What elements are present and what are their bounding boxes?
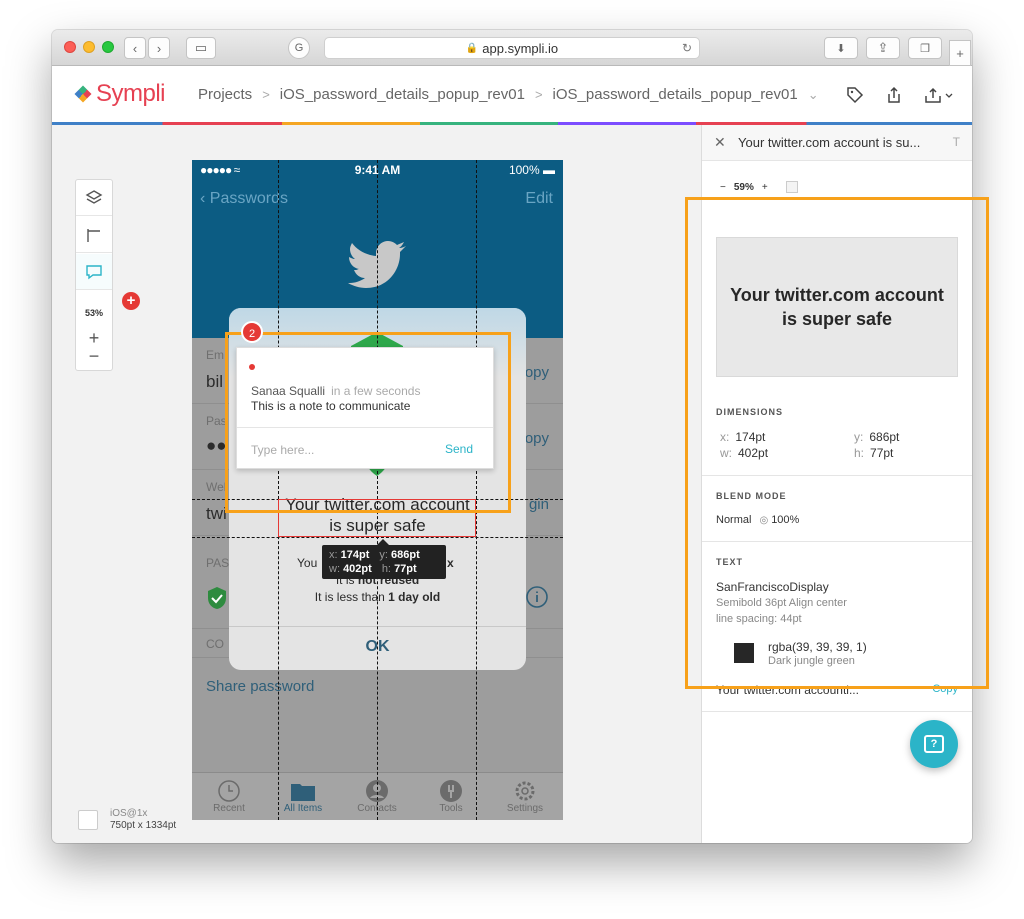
comment-send-button[interactable]: Send [445,442,473,456]
inspector-title: Your twitter.com account is su... [738,135,921,150]
background-toggle-icon[interactable] [785,181,798,193]
new-tab-icon[interactable]: + [949,40,971,66]
help-chat-button[interactable]: ? [910,720,958,768]
nav-back: ‹ Passwords [200,190,289,207]
tool-panel: 53% + − [75,179,113,371]
preview-zoom-level: 59% [733,181,754,193]
section-header-pas: PAS [206,556,230,570]
extension-icon[interactable]: G [288,37,310,59]
wrench-icon [440,780,462,802]
shield-check-icon [208,587,226,609]
inspector-header: ✕ Your twitter.com account is su... T [702,125,972,161]
tab-settings: Settings [490,779,560,814]
forward-icon[interactable]: › [148,37,170,59]
preview-zoom-out-icon[interactable]: − [720,182,726,193]
comment-tool-icon[interactable] [76,254,112,290]
breadcrumb-project[interactable]: iOS_password_details_popup_rev01 [280,86,525,103]
design-canvas[interactable]: 53% + − + ●●●●● ≈ 9:41 AM 100% ▬ ‹ Passw… [52,125,701,843]
device-checkbox[interactable] [78,810,98,830]
guide-line [192,537,563,538]
reload-icon[interactable]: ↻ [682,41,692,55]
battery-status: 100% ▬ [508,163,555,177]
help-icon: ? [924,735,944,753]
highlight-inspector [685,197,989,689]
comment-badge[interactable]: 2 [241,321,263,343]
lock-icon: 🔒 [465,42,479,54]
zoom-out-icon[interactable]: − [76,346,112,367]
twitter-bird-icon [348,241,406,288]
address-bar[interactable]: 🔒 app.sympli.io ↻ [324,37,700,59]
preview-zoom: − 59% + [720,181,798,193]
comment-author: Sanaa Squalli in a few seconds [251,384,421,398]
url-text: app.sympli.io [482,40,559,56]
zoom-level: 53% [84,308,103,318]
gear-icon [515,781,535,801]
zoom-window-button[interactable] [102,41,114,53]
breadcrumb: Projects > iOS_password_details_popup_re… [198,86,819,103]
tab-recent: Recent [194,779,264,814]
share-icon[interactable]: ⇪ [866,37,900,59]
info-icon [526,586,548,608]
close-icon[interactable]: ✕ [714,134,726,151]
chevron-right-icon: > [534,87,543,102]
chevron-right-icon: > [262,87,270,102]
back-icon[interactable]: ‹ [124,37,146,59]
add-comment-icon[interactable]: + [122,292,140,310]
breadcrumb-screen[interactable]: iOS_password_details_popup_rev01 [553,86,798,103]
chevron-down-icon[interactable]: ⌄ [808,87,819,103]
export-icon[interactable] [884,86,904,104]
sympli-logo[interactable]: Sympli [74,80,166,108]
breadcrumb-projects[interactable]: Projects [198,86,252,103]
clock-icon [218,780,240,802]
share-password-link: Share password [206,678,315,695]
measure-tooltip: x: 174pt y: 686pt w: 402pt h: 77pt [322,539,446,579]
minimize-window-button[interactable] [83,41,95,53]
comment-reply-input[interactable]: Type here... [251,443,314,457]
sidebar-toggle-icon[interactable]: ▭ [186,37,216,59]
comment-popup: Sanaa Squalli in a few seconds This is a … [236,347,494,469]
browser-titlebar: ‹ › ▭ G 🔒 app.sympli.io ↻ ⬇ ⇪ ❐ + [52,30,972,66]
comment-message: This is a note to communicate [251,399,411,413]
nav-edit: Edit [525,190,553,207]
folder-icon [291,784,315,801]
ruler-icon[interactable] [76,217,112,253]
device-info: iOS@1x 750pt x 1334pt [110,808,177,831]
tabs-icon[interactable]: ❐ [908,37,942,59]
sympli-logo-icon [74,85,92,103]
unread-dot [249,364,255,370]
upload-menu-icon[interactable] [922,86,958,104]
download-icon[interactable]: ⬇ [824,37,858,59]
layers-icon[interactable] [76,180,112,216]
text-layer-icon: T [952,135,960,149]
app-header: Sympli Projects > iOS_password_details_p… [52,66,972,122]
tag-icon[interactable] [845,86,865,104]
close-window-button[interactable] [64,41,76,53]
preview-zoom-in-icon[interactable]: + [762,182,768,193]
